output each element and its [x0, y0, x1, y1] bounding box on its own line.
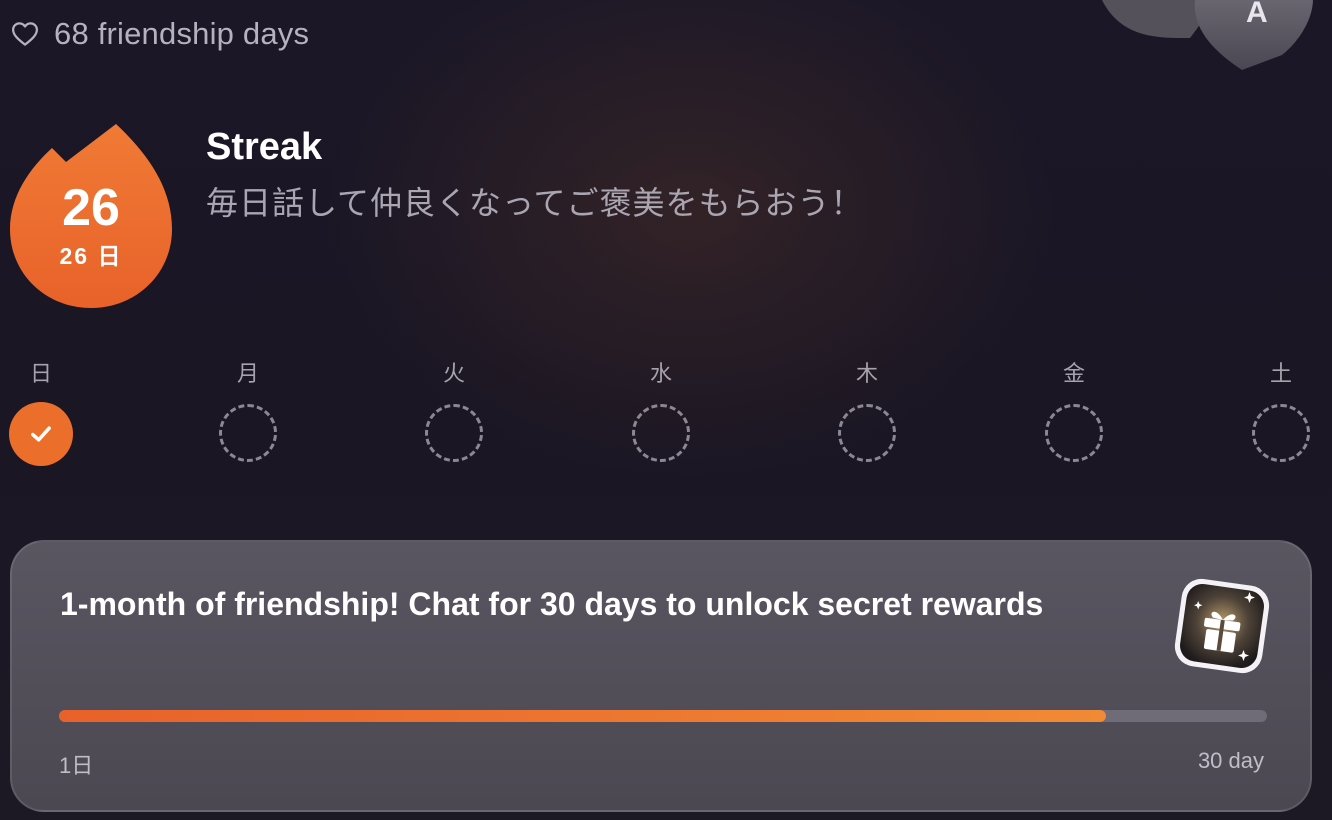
reward-progress-fill: [59, 710, 1107, 722]
day-pending-indicator: [1252, 404, 1310, 462]
weekday-tue: 火: [419, 358, 489, 462]
weekday-label: 日: [29, 361, 52, 386]
weekday-wed: 水: [626, 358, 696, 462]
top-badge-letter: A: [1246, 0, 1268, 29]
reward-progress-bar: [59, 710, 1267, 722]
streak-count: 26: [62, 179, 120, 237]
streak-flame-badge: 26 26 日: [8, 124, 174, 310]
weekday-label: 金: [1062, 361, 1085, 386]
streak-title: Streak: [206, 126, 323, 168]
progress-end-label: 30 day: [1197, 748, 1264, 773]
weekday-thu: 木: [832, 358, 902, 462]
weekday-label: 水: [649, 361, 672, 386]
decorative-hearts-icon: A: [1102, 0, 1313, 70]
day-pending-indicator: [632, 404, 690, 462]
streak-days-label: 26 日: [59, 243, 123, 269]
friendship-days-label: 68 friendship days: [54, 16, 310, 51]
day-pending-indicator: [219, 404, 277, 462]
day-complete-indicator: [9, 402, 73, 466]
weekday-sat: 土: [1246, 358, 1316, 462]
gift-icon[interactable]: [1170, 574, 1274, 678]
friendship-days: 68 friendship days: [10, 16, 309, 52]
weekday-label: 月: [236, 361, 259, 386]
weekday-fri: 金: [1039, 358, 1109, 462]
reward-title: 1-month of friendship! Chat for 30 days …: [60, 586, 1044, 622]
weekday-sun: 日: [6, 358, 76, 466]
reward-card[interactable]: 1-month of friendship! Chat for 30 days …: [10, 540, 1312, 812]
heart-outline-icon: [12, 22, 38, 46]
weekday-label: 木: [855, 361, 878, 386]
day-pending-indicator: [1045, 404, 1103, 462]
day-pending-indicator: [838, 404, 896, 462]
weekday-mon: 月: [213, 358, 283, 462]
progress-start-label: 1日: [59, 753, 94, 778]
weekday-label: 火: [442, 361, 465, 386]
streak-subtitle: 毎日話して仲良くなってご褒美をもらおう！: [206, 185, 864, 221]
weekday-label: 土: [1269, 361, 1292, 386]
day-pending-indicator: [425, 404, 483, 462]
check-icon: [31, 426, 51, 442]
